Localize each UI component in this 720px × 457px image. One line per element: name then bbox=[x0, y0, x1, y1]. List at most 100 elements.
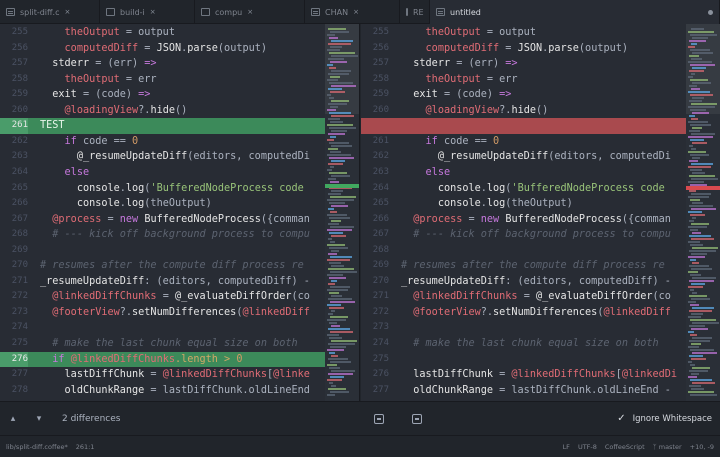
code-line[interactable]: 269 bbox=[0, 243, 325, 259]
code-line[interactable]: 256 computedDiff = JSON.parse(output) bbox=[361, 41, 686, 57]
line-number[interactable]: 262 bbox=[361, 149, 389, 165]
code-line[interactable]: 264 console.log('BufferedNodeProcess cod… bbox=[361, 181, 686, 197]
code-line[interactable]: 278 oldChunkRange = lastDiffChunk.oldLin… bbox=[0, 383, 325, 399]
code-area-left[interactable]: 255 theOutput = output 256 computedDiff =… bbox=[0, 24, 325, 401]
code-line[interactable]: 259 exit = (code) => bbox=[0, 87, 325, 103]
code-line[interactable]: 266 console.log(theOutput) bbox=[0, 196, 325, 212]
code-line[interactable]: 274 bbox=[0, 320, 325, 336]
code-line[interactable]: 267 # --- kick off background process to… bbox=[361, 227, 686, 243]
line-number[interactable]: 265 bbox=[0, 181, 28, 197]
line-number[interactable]: 277 bbox=[361, 383, 389, 399]
status-grammar[interactable]: CoffeeScript bbox=[605, 443, 645, 451]
line-number[interactable]: 270 bbox=[0, 258, 28, 274]
line-number[interactable]: 266 bbox=[361, 212, 389, 228]
line-number[interactable]: 259 bbox=[361, 87, 389, 103]
modified-dot-icon[interactable] bbox=[708, 9, 713, 15]
minimap-left[interactable] bbox=[325, 24, 359, 401]
line-number[interactable]: 255 bbox=[361, 25, 389, 41]
status-branch[interactable]: ᛉ master bbox=[653, 443, 682, 451]
code-line[interactable]: 264 else bbox=[0, 165, 325, 181]
status-line-ending[interactable]: LF bbox=[563, 443, 570, 451]
line-number[interactable]: 277 bbox=[0, 367, 28, 383]
code-line[interactable] bbox=[361, 118, 686, 134]
line-number[interactable]: 255 bbox=[0, 25, 28, 41]
line-number[interactable]: 264 bbox=[361, 181, 389, 197]
code-line[interactable]: 262 if code == 0 bbox=[0, 134, 325, 150]
code-line[interactable]: 257 stderr = (err) => bbox=[361, 56, 686, 72]
code-line[interactable]: 275 bbox=[361, 352, 686, 368]
line-number[interactable]: 275 bbox=[0, 336, 28, 352]
status-cursor-position[interactable]: 261:1 bbox=[76, 443, 95, 451]
minimap-right[interactable] bbox=[686, 24, 720, 401]
line-number[interactable]: 258 bbox=[0, 72, 28, 88]
code-line[interactable]: 271 @linkedDiffChunks = @_evaluateDiffOr… bbox=[361, 289, 686, 305]
code-line[interactable]: 261 TEST bbox=[0, 118, 325, 134]
copy-to-right-icon[interactable] bbox=[374, 413, 385, 424]
code-line[interactable]: 276 if @linkedDiffChunks.length > 0 bbox=[0, 351, 325, 368]
editor-left[interactable]: 255 theOutput = output 256 computedDiff =… bbox=[0, 24, 360, 401]
status-file-path[interactable]: lib/split-diff.coffee* bbox=[6, 443, 68, 451]
line-number[interactable]: 268 bbox=[0, 227, 28, 243]
line-number[interactable]: 273 bbox=[0, 305, 28, 321]
code-line[interactable]: 263 else bbox=[361, 165, 686, 181]
close-icon[interactable]: × bbox=[64, 8, 70, 16]
line-number[interactable]: 272 bbox=[0, 289, 28, 305]
line-number[interactable]: 276 bbox=[361, 367, 389, 383]
copy-to-left-icon[interactable] bbox=[412, 413, 423, 424]
line-number[interactable]: 276 bbox=[0, 351, 28, 368]
code-line[interactable]: 270 # resumes after the compute diff proc… bbox=[0, 258, 325, 274]
code-line[interactable]: 265 console.log(theOutput) bbox=[361, 196, 686, 212]
code-line[interactable]: 255 theOutput = output bbox=[0, 25, 325, 41]
line-number[interactable]: 258 bbox=[361, 72, 389, 88]
tab-2[interactable]: compu × bbox=[195, 0, 305, 24]
code-line[interactable]: 273 bbox=[361, 320, 686, 336]
code-line[interactable]: 271 _resumeUpdateDiff: (editors, computed… bbox=[0, 274, 325, 290]
line-number[interactable]: 265 bbox=[361, 196, 389, 212]
code-line[interactable]: 275 # make the last chunk equal size on … bbox=[0, 336, 325, 352]
line-number[interactable]: 269 bbox=[0, 243, 28, 259]
code-line[interactable]: 263 @_resumeUpdateDiff(editors, computed… bbox=[0, 149, 325, 165]
code-line[interactable]: 272 @footerView?.setNumDifferences(@link… bbox=[361, 305, 686, 321]
code-line[interactable]: 256 computedDiff = JSON.parse(output) bbox=[0, 41, 325, 57]
line-number[interactable]: 268 bbox=[361, 243, 389, 259]
prev-diff-button[interactable]: ▴ bbox=[0, 402, 26, 436]
line-number[interactable]: 266 bbox=[0, 196, 28, 212]
line-number[interactable]: 271 bbox=[0, 274, 28, 290]
code-line[interactable]: 258 theOutput = err bbox=[0, 72, 325, 88]
line-number[interactable]: 274 bbox=[361, 336, 389, 352]
code-line[interactable]: 258 theOutput = err bbox=[361, 72, 686, 88]
line-number[interactable]: 257 bbox=[361, 56, 389, 72]
line-number[interactable]: 267 bbox=[361, 227, 389, 243]
code-line[interactable]: 270 _resumeUpdateDiff: (editors, computed… bbox=[361, 274, 686, 290]
line-number[interactable]: 273 bbox=[361, 320, 389, 336]
code-line[interactable]: 272 @linkedDiffChunks = @_evaluateDiffOr… bbox=[0, 289, 325, 305]
code-line[interactable]: 276 lastDiffChunk = @linkedDiffChunks[@l… bbox=[361, 367, 686, 383]
line-number[interactable]: 263 bbox=[0, 149, 28, 165]
line-number[interactable]: 269 bbox=[361, 258, 389, 274]
line-number[interactable]: 271 bbox=[361, 289, 389, 305]
status-encoding[interactable]: UTF-8 bbox=[578, 443, 597, 451]
line-number[interactable]: 270 bbox=[361, 274, 389, 290]
ignore-whitespace-toggle[interactable]: Ignore Whitespace bbox=[633, 414, 712, 424]
editor-right[interactable]: 255 theOutput = output 256 computedDiff =… bbox=[361, 24, 720, 401]
code-line[interactable]: 269 # resumes after the compute diff proc… bbox=[361, 258, 686, 274]
line-number[interactable]: 272 bbox=[361, 305, 389, 321]
code-line[interactable]: 265 console.log('BufferedNodeProcess cod… bbox=[0, 181, 325, 197]
tab-0[interactable]: split-diff.c × bbox=[0, 0, 100, 24]
code-line[interactable]: 266 @process = new BufferedNodeProcess({… bbox=[361, 212, 686, 228]
code-line[interactable]: 255 theOutput = output bbox=[361, 25, 686, 41]
tab-3[interactable]: CHAN × bbox=[305, 0, 400, 24]
next-diff-button[interactable]: ▾ bbox=[26, 402, 52, 436]
code-area-right[interactable]: 255 theOutput = output 256 computedDiff =… bbox=[361, 24, 686, 401]
line-number[interactable]: 256 bbox=[0, 41, 28, 57]
code-line[interactable]: 274 # make the last chunk equal size on … bbox=[361, 336, 686, 352]
status-git-changes[interactable]: +10, -9 bbox=[690, 443, 714, 451]
code-line[interactable]: 259 exit = (code) => bbox=[361, 87, 686, 103]
line-number[interactable]: 262 bbox=[0, 134, 28, 150]
code-line[interactable]: 268 bbox=[361, 243, 686, 259]
line-number[interactable]: 278 bbox=[0, 383, 28, 399]
line-number[interactable]: 257 bbox=[0, 56, 28, 72]
tab-5[interactable]: untitled bbox=[430, 0, 720, 24]
code-line[interactable]: 267 @process = new BufferedNodeProcess({… bbox=[0, 212, 325, 228]
code-line[interactable]: 277 lastDiffChunk = @linkedDiffChunks[@l… bbox=[0, 367, 325, 383]
